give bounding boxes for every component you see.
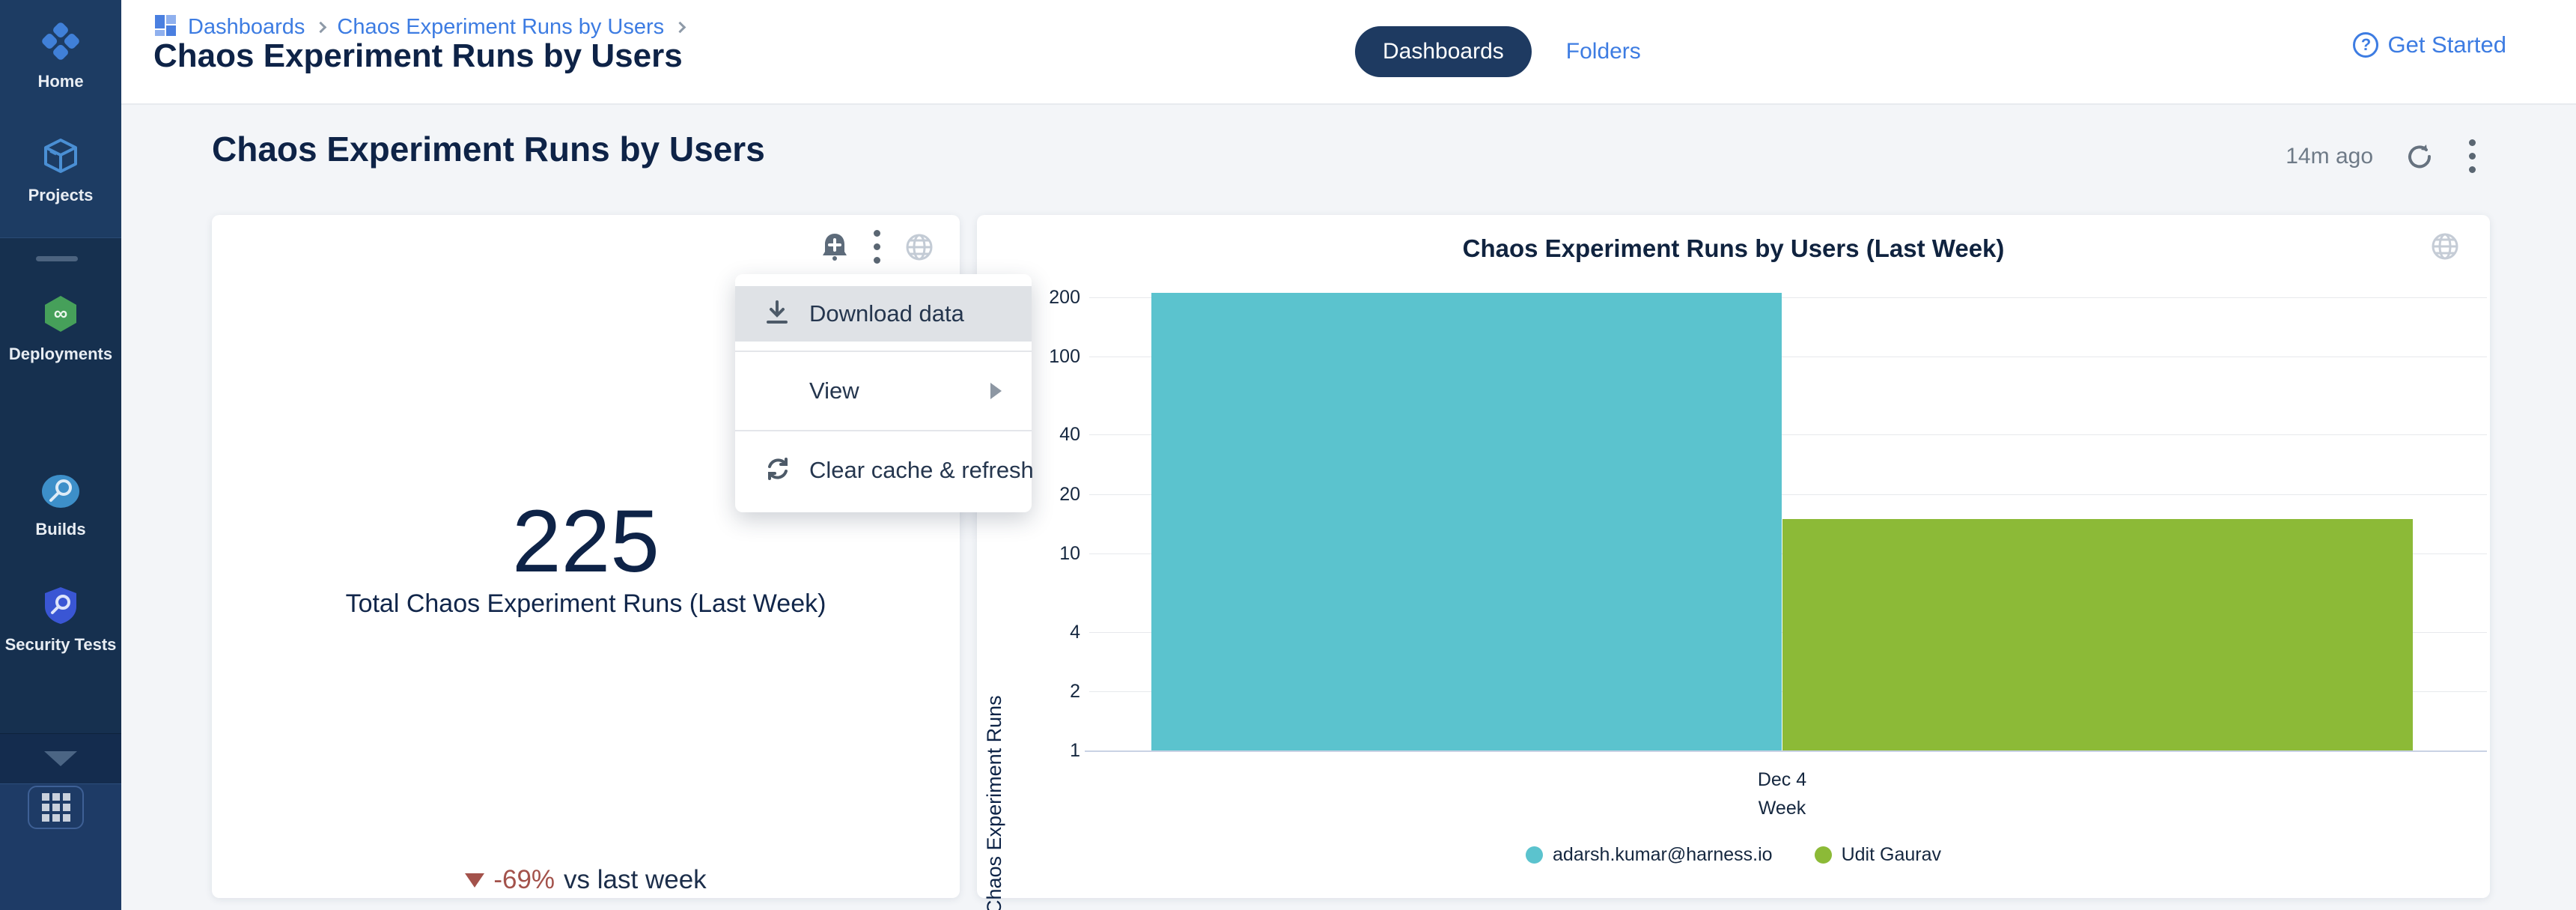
legend-label: Udit Gaurav bbox=[1842, 844, 1941, 866]
y-tick-label: 1 bbox=[977, 739, 1080, 762]
x-category-label: Dec 4 bbox=[1670, 769, 1895, 791]
sidebar-item-builds[interactable]: Builds bbox=[0, 473, 121, 539]
menu-item-label: Download data bbox=[809, 300, 964, 327]
chevron-down-icon bbox=[44, 751, 77, 766]
sidebar-item-projects[interactable]: Projects bbox=[0, 136, 121, 205]
triangle-down-icon bbox=[465, 873, 484, 888]
sidebar-item-home[interactable]: Home bbox=[0, 21, 121, 91]
kpi-label: Total Chaos Experiment Runs (Last Week) bbox=[212, 589, 960, 619]
sidebar-resize-handle[interactable] bbox=[36, 256, 78, 261]
chart-tile: Chaos Experiment Runs by Users (Last Wee… bbox=[977, 215, 2490, 898]
chevron-right-icon bbox=[675, 22, 686, 34]
app-root: Home Projects ∞ Deployments bbox=[0, 0, 2576, 910]
sidebar-collapse-strip[interactable] bbox=[0, 733, 121, 783]
menu-item-view[interactable]: View bbox=[735, 352, 1032, 430]
tile-actions bbox=[820, 227, 934, 267]
legend-label: adarsh.kumar@harness.io bbox=[1553, 844, 1773, 866]
help-question-icon: ? bbox=[2353, 32, 2378, 58]
module-switcher-button[interactable] bbox=[28, 786, 84, 829]
tab-dashboards[interactable]: Dashboards bbox=[1355, 26, 1532, 77]
menu-item-label: Clear cache & refresh bbox=[809, 457, 1034, 484]
menu-item-download-data[interactable]: Download data bbox=[735, 286, 1032, 342]
kpi-delta-suffix: vs last week bbox=[564, 865, 707, 895]
dashboard-kebab-menu-icon[interactable] bbox=[2466, 136, 2479, 176]
sidebar-item-deployments[interactable]: ∞ Deployments bbox=[0, 294, 121, 364]
kpi-delta-row: -69% vs last week bbox=[212, 865, 960, 895]
legend-item[interactable]: Udit Gaurav bbox=[1815, 844, 1941, 866]
tab-folders[interactable]: Folders bbox=[1566, 39, 1641, 64]
harness-home-icon bbox=[40, 21, 81, 65]
top-bar: Dashboards Chaos Experiment Runs by User… bbox=[121, 0, 2576, 105]
legend-item[interactable]: adarsh.kumar@harness.io bbox=[1526, 844, 1773, 866]
get-started-label: Get Started bbox=[2387, 31, 2506, 58]
download-icon bbox=[765, 300, 789, 329]
svg-text:∞: ∞ bbox=[54, 302, 68, 324]
x-axis-line bbox=[1085, 750, 2487, 752]
sidebar-item-label: Home bbox=[37, 72, 83, 91]
sidebar-item-security-tests[interactable]: Security Tests bbox=[0, 586, 121, 655]
sidebar-item-label: Builds bbox=[35, 520, 85, 539]
alert-bell-icon[interactable] bbox=[820, 231, 850, 264]
deployments-hexagon-icon: ∞ bbox=[40, 294, 81, 338]
grid-icon bbox=[42, 793, 70, 822]
refresh-icon[interactable] bbox=[2405, 142, 2435, 172]
legend-dot-icon bbox=[1815, 846, 1832, 864]
last-refresh-time: 14m ago bbox=[2286, 144, 2373, 169]
get-started-button[interactable]: ? Get Started bbox=[2353, 31, 2506, 58]
shield-icon bbox=[42, 586, 79, 628]
tile-kebab-menu-icon[interactable] bbox=[871, 227, 883, 267]
breadcrumb-link-current[interactable]: Chaos Experiment Runs by Users bbox=[337, 15, 664, 40]
builds-icon bbox=[40, 473, 81, 513]
breadcrumb-link-dashboards[interactable]: Dashboards bbox=[188, 15, 305, 40]
refresh-cycle-icon bbox=[765, 456, 791, 485]
dashboard-meta: 14m ago bbox=[2286, 136, 2479, 176]
chevron-right-icon bbox=[315, 22, 327, 34]
dashboard-title: Chaos Experiment Runs by Users bbox=[212, 129, 765, 169]
kpi-delta-value: -69% bbox=[493, 865, 555, 895]
chart-legend: adarsh.kumar@harness.io Udit Gaurav bbox=[977, 844, 2490, 866]
menu-item-clear-cache-refresh[interactable]: Clear cache & refresh bbox=[735, 431, 1032, 509]
cube-icon bbox=[41, 136, 80, 179]
x-axis-title: Week bbox=[1670, 798, 1895, 819]
tile-context-menu: Download data View Clear cache & refresh bbox=[735, 274, 1032, 512]
sidebar-item-label: Projects bbox=[28, 186, 94, 205]
legend-dot-icon bbox=[1526, 846, 1543, 864]
y-tick-label: 10 bbox=[977, 542, 1080, 565]
menu-item-label: View bbox=[809, 377, 859, 404]
sidebar-item-label: Security Tests bbox=[5, 635, 117, 655]
bar-udit-gaurav[interactable] bbox=[1782, 519, 2413, 750]
sidebar: Home Projects ∞ Deployments bbox=[0, 0, 121, 910]
page-title: Chaos Experiment Runs by Users bbox=[153, 37, 683, 75]
header-tabs: Dashboards Folders bbox=[1355, 26, 1641, 77]
sidebar-item-label: Deployments bbox=[9, 345, 112, 364]
y-tick-label: 4 bbox=[977, 621, 1080, 643]
submenu-arrow-icon bbox=[990, 383, 1002, 399]
globe-icon[interactable] bbox=[904, 232, 934, 262]
y-tick-label: 2 bbox=[977, 680, 1080, 703]
bar-adarsh-kumar-harness-io[interactable] bbox=[1151, 293, 1782, 750]
bar-chart: 200100402010421Dec 4Weekadarsh.kumar@har… bbox=[977, 215, 2490, 898]
